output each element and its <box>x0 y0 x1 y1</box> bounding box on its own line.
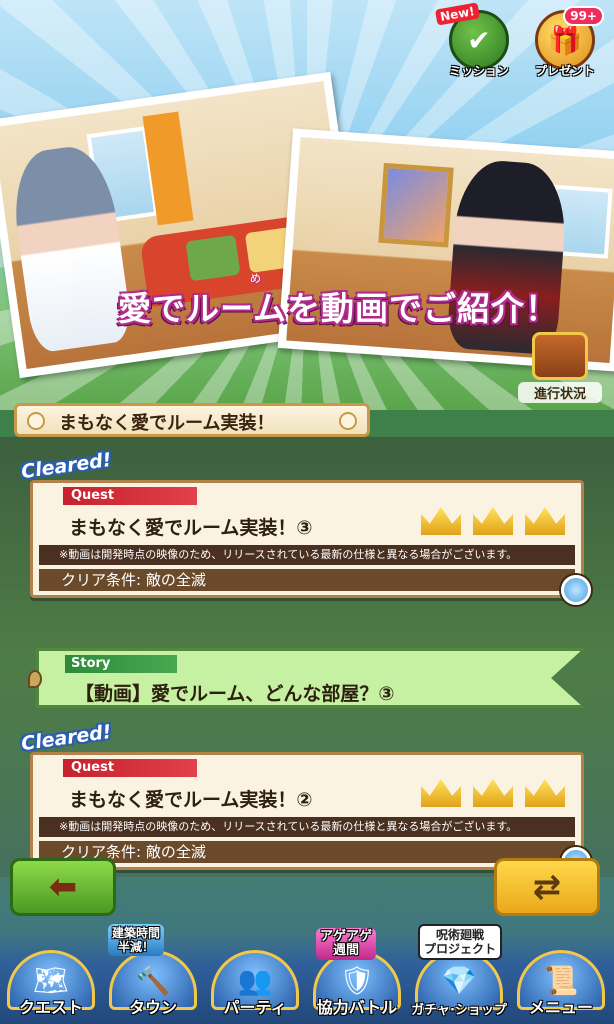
quest-card[interactable]: Cleared! Quest まもなく愛でルーム実装！③ ※動画は開発時点の映像… <box>20 449 591 605</box>
crown-rating <box>421 779 565 807</box>
progress-label: 進行状況 <box>518 382 602 403</box>
present-count-badge: 99+ <box>563 6 604 26</box>
nav-menu[interactable]: 📜 メニュー <box>512 950 610 1024</box>
present-label: プレゼント <box>534 64 595 78</box>
pillow <box>185 234 241 282</box>
crown-icon <box>473 507 513 535</box>
back-button[interactable]: ⬅ <box>10 858 116 916</box>
clear-condition: クリア条件: 敵の全滅 <box>39 569 575 591</box>
build-time-promo[interactable]: 建築時間 半減！ <box>108 924 165 956</box>
quest-tag: Quest <box>63 487 197 505</box>
quest-title: まもなく愛でルーム実装！③ <box>69 517 313 539</box>
nav-coop-battle[interactable]: 🛡 協力バトル <box>308 950 406 1024</box>
banner-title: 愛でルームを動画でご紹介！ <box>118 289 560 328</box>
treasure-chest-icon <box>532 332 588 380</box>
event-banner[interactable]: め 愛でルームを動画でご紹介！ New! ✔ ミッション 99+ 🎁 プレゼント… <box>0 0 614 410</box>
nav-gacha-shop[interactable]: 💎 ガチャ·ショップ <box>410 950 508 1024</box>
sort-button[interactable]: ⇄ <box>494 858 600 916</box>
nav-label: ガチャ·ショップ <box>411 1003 507 1018</box>
crown-rating <box>421 507 565 535</box>
nav-label: 協力バトル <box>316 998 398 1017</box>
quest-note: ※動画は開発時点の映像のため、リリースされている最新の仕様と異なる場合がございま… <box>39 545 575 565</box>
swap-arrows-icon: ⇄ <box>532 867 562 907</box>
nav-label: パーティ <box>223 998 287 1017</box>
painting <box>378 162 454 248</box>
collab-promo[interactable]: 呪術廻戦 プロジェクト <box>418 924 503 960</box>
quest-title: まもなく愛でルーム実装！② <box>69 789 313 811</box>
pin-icon <box>28 670 42 688</box>
mission-button[interactable]: New! ✔ ミッション <box>434 2 516 79</box>
quest-note: ※動画は開発時点の映像のため、リリースされている最新の仕様と異なる場合がございま… <box>39 817 575 837</box>
event-week-promo[interactable]: アゲアゲ 週間 <box>316 928 377 960</box>
present-button[interactable]: 99+ 🎁 プレゼント <box>528 6 604 79</box>
story-title: 【動画】愛でルーム、どんな部屋？③ <box>75 683 395 705</box>
quest-tag: Quest <box>63 759 197 777</box>
mission-label: ミッション <box>448 64 509 78</box>
nav-party[interactable]: 👥 パーティ <box>206 950 304 1024</box>
section-header: まもなく愛でルーム実装！ <box>14 403 370 437</box>
clear-condition: クリア条件: 敵の全滅 <box>39 841 575 863</box>
nav-town[interactable]: 🔨 タウン <box>104 950 202 1024</box>
crown-icon <box>525 507 565 535</box>
banner-title-ruby: め <box>250 272 261 285</box>
story-tag: Story <box>65 655 177 673</box>
progress-button[interactable]: 進行状況 <box>518 332 602 403</box>
nav-label: クエスト <box>18 998 83 1017</box>
magnifier-icon[interactable] <box>561 575 591 605</box>
crown-icon <box>525 779 565 807</box>
crown-icon <box>421 779 461 807</box>
crown-icon <box>473 779 513 807</box>
crown-icon <box>421 507 461 535</box>
nav-label: タウン <box>128 998 177 1017</box>
quest-card[interactable]: Cleared! Quest まもなく愛でルーム実装！② ※動画は開発時点の映像… <box>20 721 591 877</box>
nav-label: メニュー <box>528 998 593 1017</box>
arrow-left-icon: ⬅ <box>48 867 78 907</box>
story-card[interactable]: Story 【動画】愛でルーム、どんな部屋？③ <box>36 648 584 708</box>
nav-quest[interactable]: 🗺 クエスト <box>2 950 100 1024</box>
